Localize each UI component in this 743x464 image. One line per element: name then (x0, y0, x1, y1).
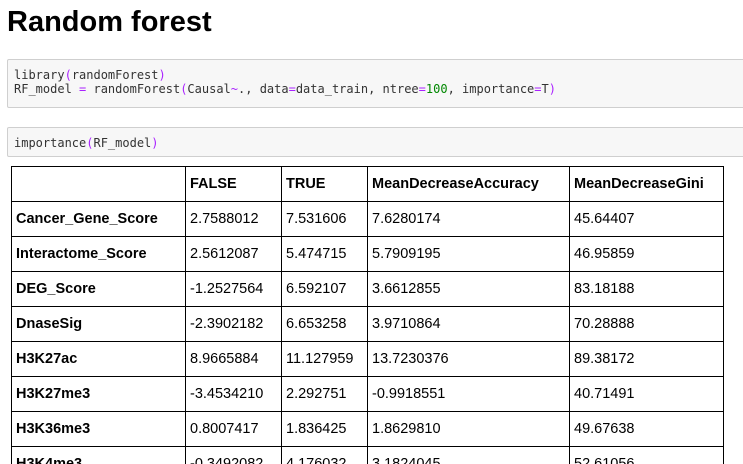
table-cell: 11.127959 (281, 341, 368, 377)
code-eq: = (418, 82, 426, 96)
table-row: H3K27ac 8.9665884 11.127959 13.7230376 8… (11, 341, 724, 377)
table-row: H3K27me3 -3.4534210 2.292751 -0.9918551 … (11, 376, 724, 412)
code-text: ., data (238, 82, 289, 96)
table-cell: 2.292751 (281, 376, 368, 412)
table-cell: -0.3492082 (185, 446, 282, 464)
table-cell: 3.6612855 (367, 271, 570, 307)
row-label: DEG_Score (11, 271, 186, 307)
code-text: T (541, 82, 549, 96)
table-header-cell: FALSE (185, 166, 282, 202)
code-assign: = (71, 82, 94, 96)
notebook-page: Random forest library(randomForest) RF_m… (0, 0, 743, 464)
row-label: H3K4me3 (11, 446, 186, 464)
section-heading: Random forest (7, 6, 212, 38)
row-label: Cancer_Gene_Score (11, 201, 186, 237)
table-cell: 52.61056 (569, 446, 724, 464)
row-label: DnaseSig (11, 306, 186, 342)
table-row: DnaseSig -2.3902182 6.653258 3.9710864 7… (11, 306, 724, 342)
table-cell: 3.9710864 (367, 306, 570, 342)
code-fn-randomforest: randomForest (93, 82, 181, 96)
table-cell: 5.474715 (281, 236, 368, 272)
table-cell: 6.653258 (281, 306, 368, 342)
table-cell: 8.9665884 (185, 341, 282, 377)
code-cell-load-and-train[interactable]: library(randomForest) RF_model = randomF… (7, 59, 743, 108)
table-cell: 13.7230376 (367, 341, 570, 377)
code-paren: ) (548, 82, 556, 96)
table-cell: 40.71491 (569, 376, 724, 412)
table-header-cell: MeanDecreaseGini (569, 166, 724, 202)
table-header-row: FALSE TRUE MeanDecreaseAccuracy MeanDecr… (11, 166, 724, 202)
table-cell: -3.4534210 (185, 376, 282, 412)
table-cell: 1.836425 (281, 411, 368, 447)
table-row: Cancer_Gene_Score 2.7588012 7.531606 7.6… (11, 201, 724, 237)
table-header-cell (11, 166, 186, 202)
code-formula: Causal (187, 82, 231, 96)
table-cell: 2.5612087 (185, 236, 282, 272)
code-eq: = (288, 82, 296, 96)
importance-table: FALSE TRUE MeanDecreaseAccuracy MeanDecr… (11, 166, 724, 464)
code-arg: randomForest (71, 68, 159, 82)
table-cell: 70.28888 (569, 306, 724, 342)
table-cell: -1.2527564 (185, 271, 282, 307)
code-fn-importance: importance (14, 136, 87, 150)
code-eq: = (534, 82, 542, 96)
table-cell: 0.8007417 (185, 411, 282, 447)
table-cell: 83.18188 (569, 271, 724, 307)
code-arg: RF_model (93, 136, 152, 150)
code-paren: ) (151, 136, 159, 150)
table-cell: 49.67638 (569, 411, 724, 447)
code-fn-library: library (14, 68, 65, 82)
code-number: 100 (425, 82, 448, 96)
table-cell: 6.592107 (281, 271, 368, 307)
table-header-cell: TRUE (281, 166, 368, 202)
row-label: Interactome_Score (11, 236, 186, 272)
table-row: Interactome_Score 2.5612087 5.474715 5.7… (11, 236, 724, 272)
table-row: H3K4me3 -0.3492082 4.176032 3.1824045 52… (11, 446, 724, 464)
table-cell: 46.95859 (569, 236, 724, 272)
code-paren: ( (64, 68, 72, 82)
code-text: data_train, ntree (295, 82, 419, 96)
table-cell: 45.64407 (569, 201, 724, 237)
row-label: H3K27ac (11, 341, 186, 377)
table-cell: 2.7588012 (185, 201, 282, 237)
row-label: H3K36me3 (11, 411, 186, 447)
row-label: H3K27me3 (11, 376, 186, 412)
code-text: , importance (447, 82, 535, 96)
table-cell: -0.9918551 (367, 376, 570, 412)
code-tilde: ~ (230, 82, 239, 96)
table-cell: 7.531606 (281, 201, 368, 237)
table-cell: 89.38172 (569, 341, 724, 377)
table-cell: 3.1824045 (367, 446, 570, 464)
table-cell: 1.8629810 (367, 411, 570, 447)
table-row: DEG_Score -1.2527564 6.592107 3.6612855 … (11, 271, 724, 307)
table-cell: 4.176032 (281, 446, 368, 464)
code-paren: ) (158, 68, 166, 82)
code-cell-importance[interactable]: importance(RF_model) (7, 127, 743, 157)
table-cell: 5.7909195 (367, 236, 570, 272)
table-header-cell: MeanDecreaseAccuracy (367, 166, 570, 202)
table-row: H3K36me3 0.8007417 1.836425 1.8629810 49… (11, 411, 724, 447)
table-cell: -2.3902182 (185, 306, 282, 342)
code-lhs: RF_model (14, 82, 72, 96)
table-cell: 7.6280174 (367, 201, 570, 237)
